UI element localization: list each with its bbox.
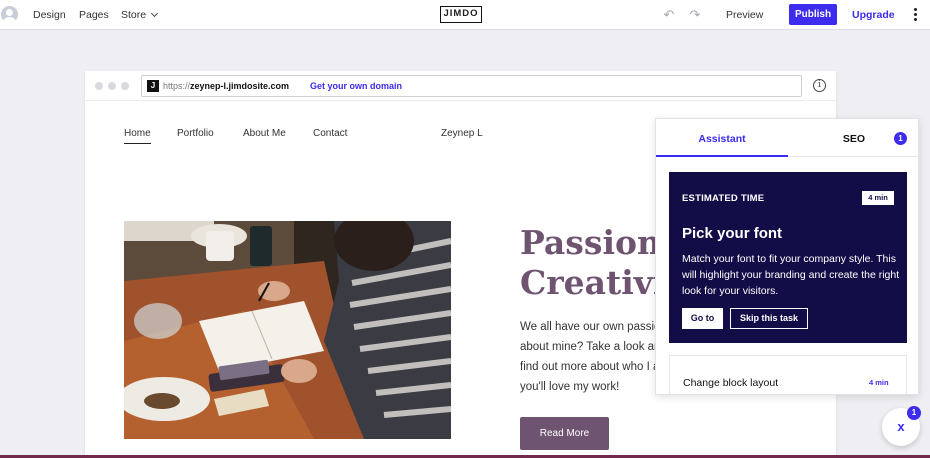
assistant-panel: Assistant SEO 1 ESTIMATED TIME 4 min Pic… [655,118,919,395]
site-nav-home[interactable]: Home [124,128,151,144]
redo-icon[interactable]: ↷ [688,8,702,22]
window-dot-icon [121,82,129,90]
url-protocol: https:// [163,81,191,91]
window-dot-icon [95,82,103,90]
next-task-card[interactable]: Change block layout 4 min [669,355,907,394]
site-nav-about-me[interactable]: About Me [243,128,286,139]
undo-icon[interactable]: ↶ [662,8,676,22]
seo-count-badge: 1 [894,132,907,145]
close-icon: x [897,419,905,434]
preview-button[interactable]: Preview [726,9,763,21]
read-more-button[interactable]: Read More [520,417,609,450]
hero-body-line: you'll love my work! [520,381,620,393]
nav-store[interactable]: Store [121,9,159,21]
window-dot-icon [108,82,116,90]
hero-body-line: find out more about who I am. [520,361,660,373]
tab-assistant[interactable]: Assistant [656,119,788,157]
site-nav-portfolio[interactable]: Portfolio [177,128,214,139]
chevron-down-icon [151,9,159,18]
task-description: Match your font to fit your company styl… [682,253,900,297]
site-name[interactable]: Zeynep L [441,128,483,139]
jimdo-logo: JIMDO [440,6,482,23]
notification-badge: 1 [907,406,921,420]
hero-body-line: about mine? Take a look around [520,341,660,353]
nav-pages[interactable]: Pages [79,9,109,21]
more-options-icon[interactable] [912,8,918,22]
url-host: zeynep-l.jimdosite.com [190,81,290,91]
next-task-time: 4 min [869,378,889,387]
url-text: https://zeynep-l.jimdosite.com [163,81,289,91]
time-badge: 4 min [862,191,894,205]
upgrade-button[interactable]: Upgrade [852,9,895,21]
info-icon[interactable]: i [813,79,826,92]
hero-photo[interactable] [124,221,451,439]
nav-store-label: Store [121,9,147,21]
go-to-button[interactable]: Go to [682,308,723,329]
top-toolbar: Design Pages Store JIMDO ↶ ↷ Preview Pub… [0,0,930,30]
current-task-card: ESTIMATED TIME 4 min Pick your font Matc… [669,172,907,343]
user-avatar-icon[interactable] [1,6,18,23]
task-title: Pick your font [682,225,783,242]
next-task-title: Change block layout [683,377,779,389]
site-nav-contact[interactable]: Contact [313,128,347,139]
jimdo-favicon-icon: J [147,80,159,92]
nav-design[interactable]: Design [33,9,66,21]
skip-task-button[interactable]: Skip this task [730,308,808,329]
url-field[interactable]: J https://zeynep-l.jimdosite.com Get you… [141,75,802,97]
publish-button[interactable]: Publish [789,4,837,25]
browser-url-bar: J https://zeynep-l.jimdosite.com Get you… [85,71,836,101]
hero-body-text[interactable]: We all have our own passion. about mine?… [520,317,660,395]
hero-body-line: We all have our own passion. [520,321,660,333]
estimated-time-label: ESTIMATED TIME [682,193,765,204]
get-own-domain-link[interactable]: Get your own domain [310,81,402,91]
